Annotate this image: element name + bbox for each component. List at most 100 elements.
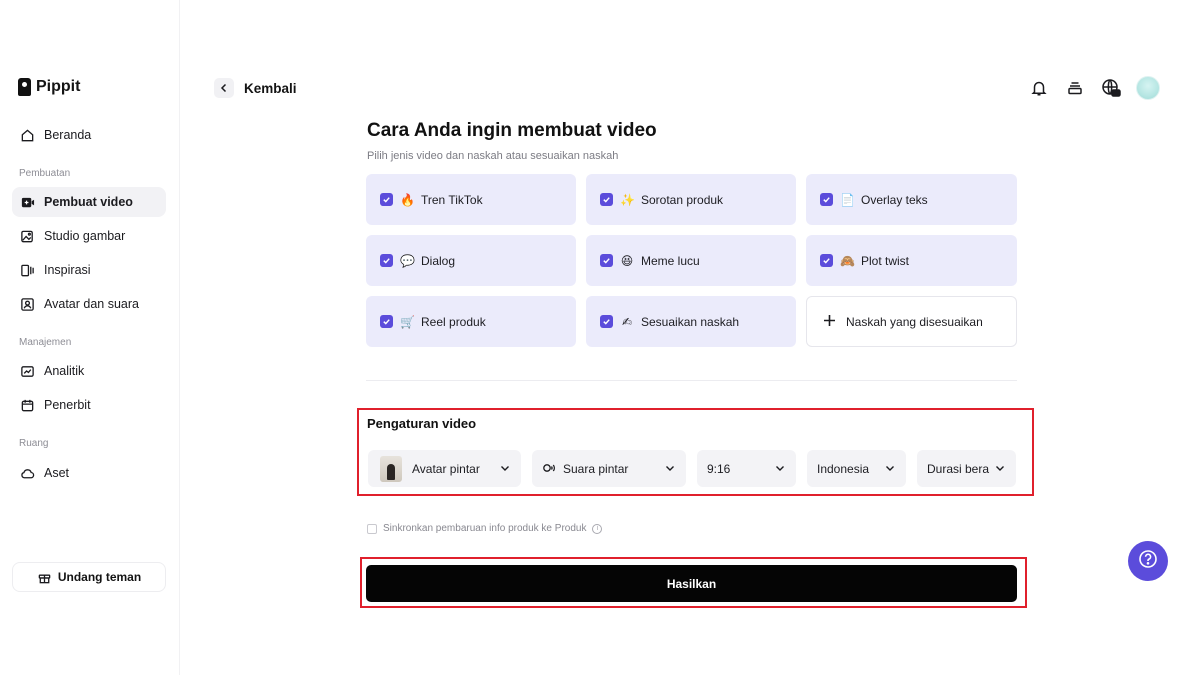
cloud-icon [20, 466, 35, 481]
video-type-card[interactable]: 💬 Dialog [366, 235, 576, 286]
voice-select[interactable]: Suara pintar [532, 450, 686, 487]
chevron-down-icon [499, 462, 511, 474]
sidebar-item-home[interactable]: Beranda [12, 120, 166, 150]
laughing-face-icon: 😆 [620, 253, 634, 268]
chevron-down-icon [774, 462, 786, 474]
video-settings-title: Pengaturan video [367, 416, 477, 431]
pippit-logo-icon [18, 78, 31, 96]
sidebar-item-analytics[interactable]: Analitik [12, 356, 166, 386]
stack-icon[interactable] [1064, 77, 1086, 99]
analytics-icon [20, 364, 35, 379]
video-type-label: Sorotan produk [641, 192, 724, 207]
sync-product-option: Sinkronkan pembaruan info produk ke Prod… [367, 523, 603, 534]
bell-icon[interactable] [1028, 77, 1050, 99]
video-type-card[interactable]: ✨ Sorotan produk [586, 174, 796, 225]
inspiration-icon [20, 263, 35, 278]
sidebar-item-label: Aset [44, 466, 70, 480]
calendar-icon [20, 398, 35, 413]
voice-icon [542, 462, 555, 475]
duration-select[interactable]: Durasi bera [917, 450, 1016, 487]
sync-label: Sinkronkan pembaruan info produk ke Prod… [383, 523, 587, 534]
voice-select-value: Suara pintar [563, 461, 629, 476]
language-select[interactable]: Indonesia [807, 450, 906, 487]
section-label-creation: Pembuatan [19, 168, 71, 179]
checkbox-checked-icon[interactable] [820, 254, 833, 267]
top-toolbar [1028, 76, 1160, 100]
checkbox-checked-icon[interactable] [600, 254, 613, 267]
gift-icon [37, 570, 52, 585]
video-type-label: Plot twist [861, 253, 910, 268]
checkbox-checked-icon[interactable] [380, 315, 393, 328]
speech-bubble-icon: 💬 [400, 253, 415, 268]
chevron-left-icon [214, 78, 234, 98]
avatar-thumbnail [380, 455, 402, 482]
invite-friends-button[interactable]: Undang teman [12, 562, 166, 592]
sidebar-item-label: Inspirasi [44, 263, 91, 277]
sidebar-item-label: Analitik [44, 364, 85, 378]
writing-hand-icon: ✍ [621, 314, 633, 329]
duration-value: Durasi bera [927, 461, 990, 476]
sidebar-item-image-studio[interactable]: Studio gambar [12, 221, 166, 251]
image-studio-icon [20, 229, 35, 244]
invite-label: Undang teman [57, 570, 142, 584]
language-value: Indonesia [817, 461, 870, 476]
video-type-label: Reel produk [421, 314, 486, 329]
video-create-icon [20, 195, 35, 210]
sidebar-item-label: Avatar dan suara [44, 297, 139, 311]
sidebar-item-label: Pembuat video [44, 195, 133, 209]
video-type-label: Sesuaikan naskah [641, 314, 740, 329]
sparkle-icon: ✨ [620, 192, 635, 207]
avatar-select[interactable]: Avatar pintar [368, 450, 521, 487]
checkbox-checked-icon[interactable] [600, 193, 613, 206]
chevron-down-icon [994, 462, 1006, 474]
video-type-label: Overlay teks [861, 192, 928, 207]
video-type-card[interactable]: 🙈 Plot twist [806, 235, 1017, 286]
chevron-down-icon [664, 462, 676, 474]
sidebar: Pippit Beranda Pembuatan Pembuat video S… [0, 0, 180, 675]
app-name: Pippit [36, 78, 81, 95]
user-avatar[interactable] [1136, 76, 1160, 100]
video-type-label: Dialog [421, 253, 456, 268]
app-logo[interactable]: Pippit [18, 78, 80, 96]
video-type-card[interactable]: 😆 Meme lucu [586, 235, 796, 286]
checkbox-checked-icon[interactable] [380, 193, 393, 206]
video-type-card[interactable]: 📄 Overlay teks [806, 174, 1017, 225]
video-type-card[interactable]: 🛒 Reel produk [366, 296, 576, 347]
sidebar-item-label: Penerbit [44, 398, 91, 412]
sidebar-item-publisher[interactable]: Penerbit [12, 390, 166, 420]
checkbox-checked-icon[interactable] [380, 254, 393, 267]
page-title: Cara Anda ingin membuat video [367, 120, 657, 141]
help-button[interactable] [1128, 541, 1168, 581]
sidebar-item-avatar-voice[interactable]: Avatar dan suara [12, 289, 166, 319]
video-type-label: Tren TikTok [421, 192, 483, 207]
back-button[interactable]: Kembali [214, 78, 297, 98]
custom-script-card[interactable]: Naskah yang disesuaikan [806, 296, 1017, 347]
video-type-label: Meme lucu [641, 253, 700, 268]
sidebar-item-inspiration[interactable]: Inspirasi [12, 255, 166, 285]
home-icon [20, 128, 35, 143]
avatar-voice-icon [20, 297, 35, 312]
section-divider [366, 380, 1017, 381]
section-label-space: Ruang [19, 438, 49, 449]
aspect-ratio-value: 9:16 [707, 461, 731, 476]
surprised-person-icon: 🙈 [840, 253, 855, 268]
document-icon: 📄 [840, 192, 855, 207]
fire-icon: 🔥 [400, 192, 415, 207]
video-type-card[interactable]: 🔥 Tren TikTok [366, 174, 576, 225]
globe-language-icon[interactable] [1100, 77, 1122, 99]
sidebar-item-assets[interactable]: Aset [12, 458, 166, 488]
sync-checkbox[interactable] [367, 523, 377, 534]
sidebar-item-video-creator[interactable]: Pembuat video [12, 187, 166, 217]
checkbox-checked-icon[interactable] [820, 193, 833, 206]
shopping-cart-icon: 🛒 [400, 314, 415, 329]
section-label-management: Manajemen [19, 337, 72, 348]
aspect-ratio-select[interactable]: 9:16 [697, 450, 796, 487]
info-icon[interactable]: i [592, 523, 603, 534]
avatar-select-value: Avatar pintar [412, 461, 480, 476]
generate-button[interactable]: Hasilkan [366, 565, 1017, 602]
back-label: Kembali [244, 80, 297, 96]
video-type-card[interactable]: ✍ Sesuaikan naskah [586, 296, 796, 347]
chevron-down-icon [884, 462, 896, 474]
question-icon [1138, 549, 1158, 574]
checkbox-checked-icon[interactable] [600, 315, 613, 328]
